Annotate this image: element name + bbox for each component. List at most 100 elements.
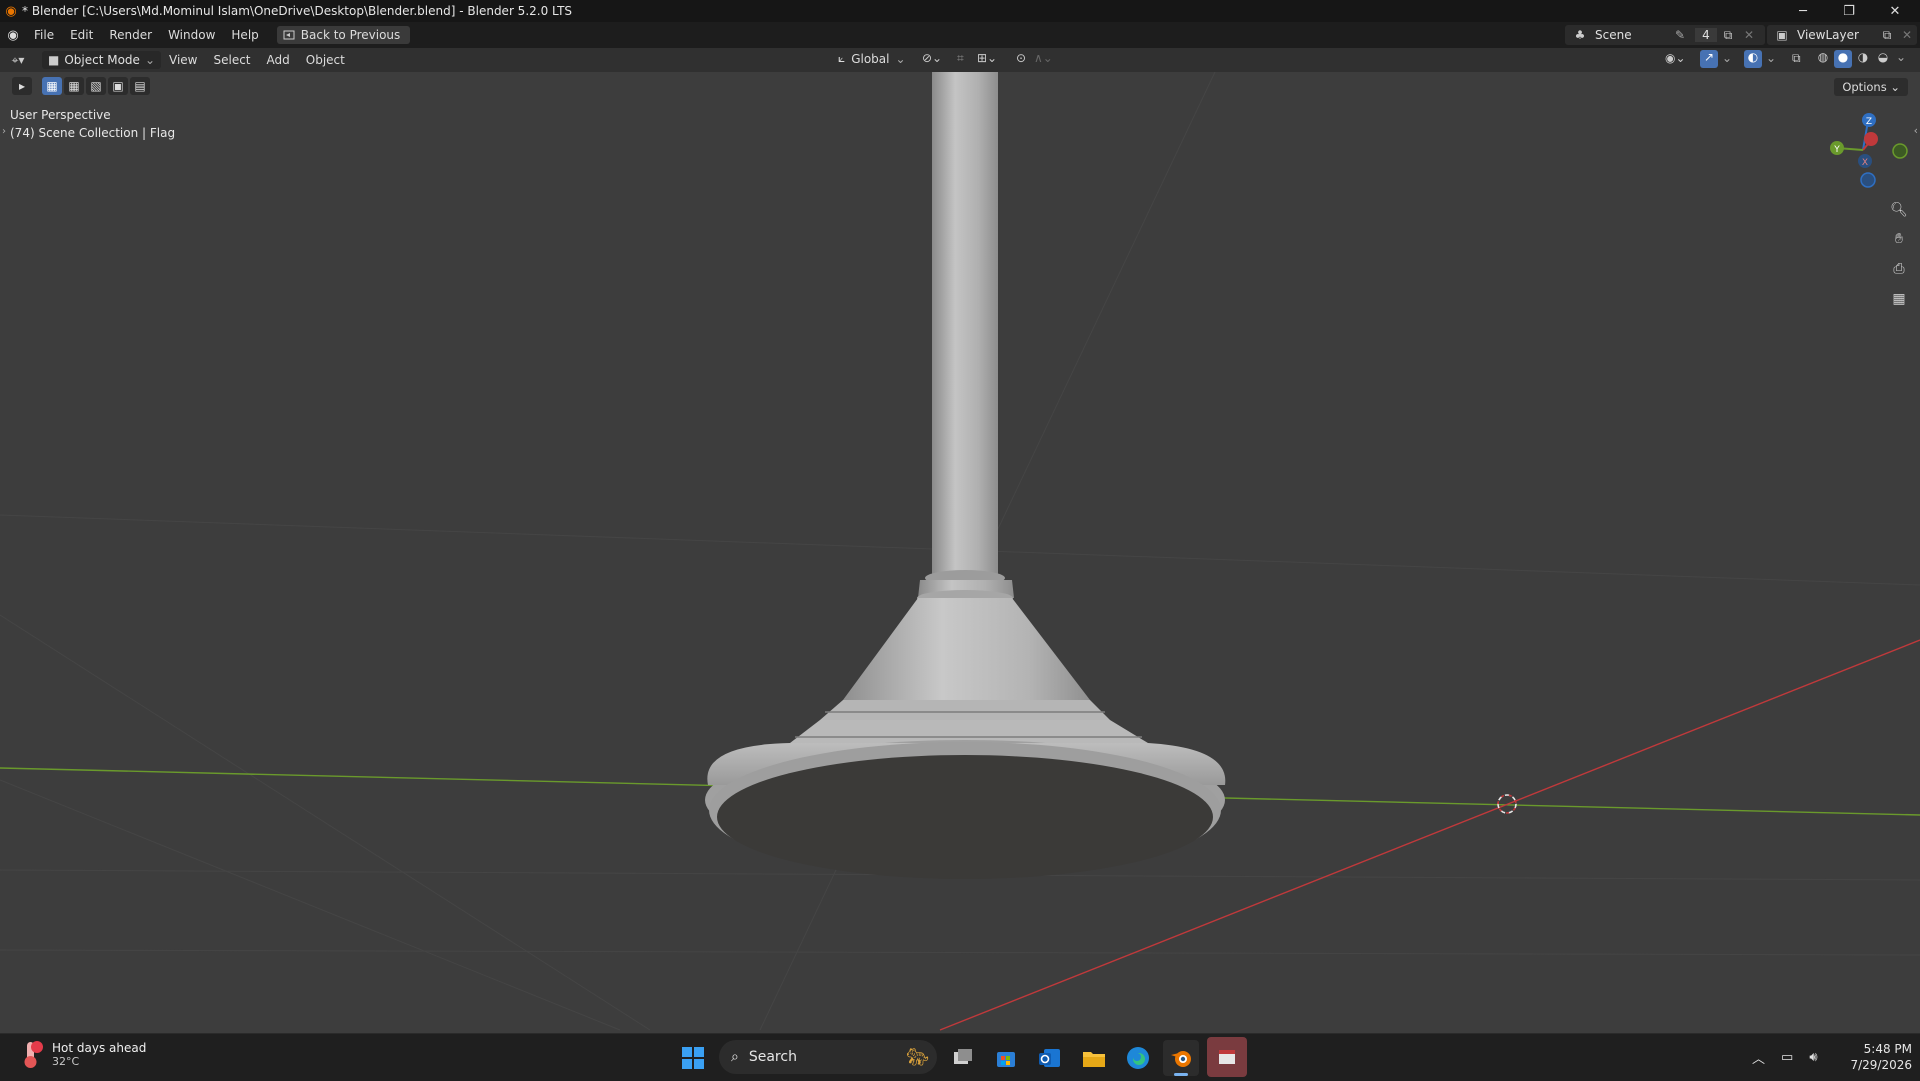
blender-logo-icon: ◉ [5,3,17,19]
blender-menu-icon[interactable]: ◉ [0,28,26,43]
outlook-icon[interactable] [1032,1040,1068,1076]
pan-hand-icon[interactable]: ✋︎ [1888,228,1910,250]
pivot-point-icon[interactable]: ⊘⌄ [922,51,942,65]
weather-widget[interactable]: Hot days ahead 32°C [18,1039,146,1069]
ortho-toggle-icon[interactable]: ▦ [1888,288,1910,310]
menu-file[interactable]: File [26,22,62,48]
restore-button[interactable]: ❐ [1826,0,1872,22]
menu-help[interactable]: Help [223,22,266,48]
material-shading-icon[interactable]: ◑ [1854,50,1872,68]
menu-select[interactable]: Select [205,48,258,72]
file-explorer-icon[interactable] [1076,1040,1112,1076]
network-icon[interactable]: ▭ [1781,1050,1793,1065]
orientation-icon: ⟀ [838,51,846,65]
scene-name: Scene [1595,28,1632,42]
select-new-icon[interactable]: ▦ [42,77,62,95]
select-subtract-icon[interactable]: ▧ [86,77,106,95]
delete-scene-icon[interactable]: ✕ [1739,28,1759,42]
weather-temp: 32°C [52,1054,80,1068]
pin-icon[interactable]: ✎ [1675,28,1695,42]
orientation-label: Global [851,51,890,66]
minimize-button[interactable]: ─ [1780,0,1826,22]
rendered-shading-icon[interactable]: ◒ [1874,50,1892,68]
app-icon[interactable] [1207,1037,1247,1077]
gizmo-toggle-icon[interactable]: ↗ [1700,50,1718,68]
search-placeholder: Search [748,1049,797,1065]
chevron-down-icon: ⌄ [895,51,906,66]
mode-label: Object Mode [64,53,140,67]
blender-icon[interactable] [1163,1040,1199,1076]
gizmo-y-label: Y [1833,145,1840,155]
search-highlight-icon: 🐅︎ [906,1046,929,1068]
view-layer-selector[interactable]: ▣ ViewLayer ⧉ ✕ [1767,25,1917,45]
options-dropdown[interactable]: Options ⌄ [1834,78,1908,96]
transform-orientation-selector[interactable]: ⟀ Global ⌄ [838,51,906,66]
taskbar-search[interactable]: ⌕ Search 🐅︎ [719,1040,937,1074]
falloff-icon[interactable]: ∧⌄ [1034,51,1053,65]
perspective-label: User Perspective [10,108,111,122]
proportional-edit-icon[interactable]: ⊙ [1016,51,1026,65]
xray-toggle-icon[interactable]: ⧉ [1792,51,1801,66]
scene-icon: ♣ [1574,28,1586,42]
back-to-previous-label: Back to Previous [300,28,401,42]
select-extend-icon[interactable]: ▦ [64,77,84,95]
volume-icon[interactable]: 🔊︎ [1809,1050,1817,1065]
menu-window[interactable]: Window [160,22,223,48]
select-tool-icon[interactable]: ▸ [12,77,32,95]
selection-mode-toolbar: ▸ ▦ ▦ ▧ ▣ ▤ [12,77,150,95]
chevron-down-icon[interactable]: ⌄ [1894,50,1908,68]
chevron-right-icon[interactable]: › [2,126,6,137]
new-view-layer-icon[interactable]: ⧉ [1877,28,1897,43]
active-indicator [1174,1073,1188,1076]
viewport-3d[interactable]: Z X Y [0,72,1920,1033]
view-layer-icon: ▣ [1776,28,1788,42]
delete-view-layer-icon[interactable]: ✕ [1897,28,1917,42]
system-tray: ︿ ▭ 🔊︎ [1752,1034,1818,1081]
options-label: Options [1842,80,1887,94]
collection-label: (74) Scene Collection | Flag [10,126,176,140]
view-layer-name: ViewLayer [1797,28,1859,42]
edge-icon[interactable] [1120,1040,1156,1076]
viewport-header: ⌖▾ ■ Object Mode ⌄ View Select Add Objec… [0,48,1920,72]
chevron-down-icon[interactable]: ⌄ [1766,51,1776,65]
menu-edit[interactable]: Edit [62,22,101,48]
chevron-down-icon[interactable]: ⌄ [1722,51,1732,65]
window-title: * Blender [C:\Users\Md.Mominul Islam\One… [22,4,573,18]
select-intersect-icon[interactable]: ▤ [130,77,150,95]
menu-render[interactable]: Render [101,22,160,48]
overlays-toggle-icon[interactable]: ◐ [1744,50,1762,68]
clock-date: 7/29/2026 [1850,1058,1912,1072]
flag-pole-mesh[interactable] [705,72,1226,879]
solid-shading-icon[interactable]: ● [1834,50,1852,68]
weather-title: Hot days ahead [52,1040,147,1055]
camera-view-icon[interactable]: ⎙ [1888,258,1910,280]
thermometer-icon [24,1041,43,1068]
start-icon[interactable] [675,1040,711,1076]
show-hidden-icons-chevron-icon[interactable]: ︿ [1752,1048,1765,1067]
windows-taskbar: Hot days ahead 32°C ⌕ Search 🐅︎ ︿ ▭ 🔊︎ 5… [0,1033,1920,1081]
wireframe-shading-icon[interactable]: ◍ [1814,50,1832,68]
menu-view[interactable]: View [161,48,205,72]
sidebar-toggle-icon[interactable]: ‹ [1914,124,1918,137]
back-to-previous-button[interactable]: Back to Previous [276,26,411,44]
clock-time: 5:48 PM [1863,1042,1912,1056]
mode-selector[interactable]: ■ Object Mode ⌄ [42,51,161,69]
close-button[interactable]: ✕ [1872,0,1918,22]
menu-object[interactable]: Object [298,48,353,72]
store-icon[interactable] [988,1040,1024,1076]
visibility-icon[interactable]: ◉⌄ [1665,51,1686,65]
scene-selector[interactable]: ♣ Scene ✎ 4 ⧉ ✕ [1565,25,1765,45]
gizmo-x-label: X [1862,158,1868,168]
window-titlebar: ◉ * Blender [C:\Users\Md.Mominul Islam\O… [0,0,1920,22]
editor-type-icon[interactable]: ⌖▾ [0,53,36,68]
clock[interactable]: 5:48 PM 7/29/2026 [1840,1041,1912,1073]
zoom-icon[interactable]: 🔍︎ [1888,199,1910,221]
snap-target-icon[interactable]: ⊞⌄ [977,51,997,65]
chevron-down-icon: ⌄ [144,53,155,67]
snap-icon[interactable]: ⌗ [957,51,964,66]
task-view-icon[interactable] [945,1040,981,1076]
menu-add[interactable]: Add [259,48,298,72]
new-scene-icon[interactable]: ⧉ [1717,28,1739,43]
scene-users-count: 4 [1695,28,1717,42]
select-invert-icon[interactable]: ▣ [108,77,128,95]
